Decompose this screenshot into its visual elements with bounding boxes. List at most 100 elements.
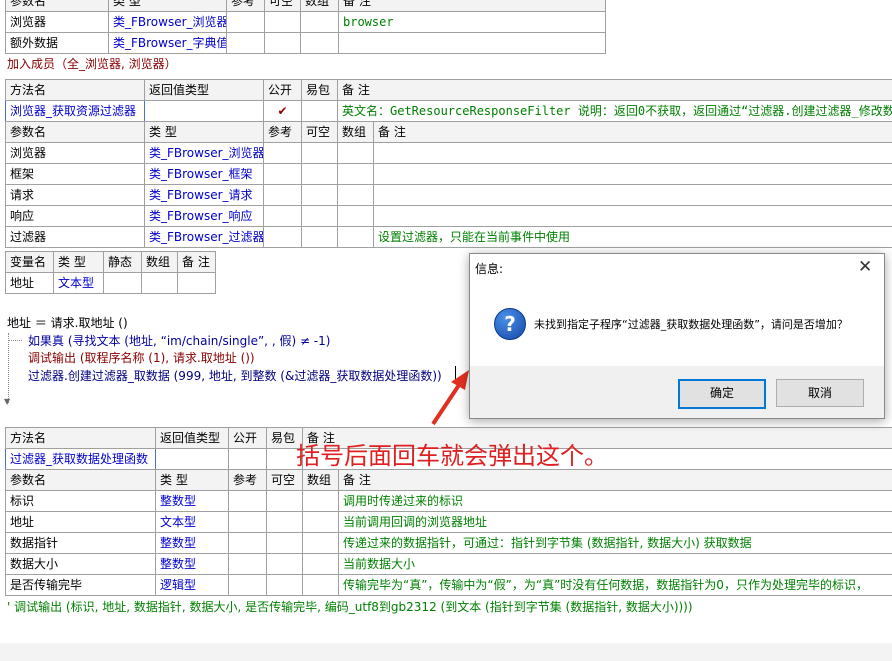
param-array[interactable] bbox=[302, 553, 339, 575]
param-nullable[interactable] bbox=[266, 553, 303, 575]
param-array[interactable] bbox=[337, 163, 374, 185]
var-array[interactable] bbox=[141, 272, 178, 294]
param-name[interactable]: 地址 bbox=[5, 511, 156, 533]
table-row[interactable]: 框架 类_FBrowser_框架 bbox=[5, 163, 892, 185]
public[interactable] bbox=[228, 448, 267, 470]
param-name[interactable]: 数据大小 bbox=[5, 553, 156, 575]
param-name[interactable]: 响应 bbox=[5, 205, 145, 227]
param-remark[interactable]: 设置过滤器，只能在当前事件中使用 bbox=[373, 226, 892, 248]
dialog-title-bar[interactable]: 信息: ✕ bbox=[470, 254, 884, 282]
param-ref[interactable] bbox=[263, 226, 302, 248]
param-ref[interactable] bbox=[263, 163, 302, 185]
cell-ref[interactable] bbox=[226, 32, 265, 54]
param-remark[interactable]: 传输完毕为“真”，传输中为“假”，为“真”时没有任何数据，数据指针为0，只作为处… bbox=[338, 574, 892, 596]
var-static[interactable] bbox=[103, 272, 142, 294]
cell-ref[interactable] bbox=[226, 11, 265, 33]
param-name[interactable]: 是否传输完毕 bbox=[5, 574, 156, 596]
param-array[interactable] bbox=[337, 142, 374, 164]
param-nullable[interactable] bbox=[266, 532, 303, 554]
param-remark[interactable] bbox=[373, 205, 892, 227]
param-ref[interactable] bbox=[228, 532, 267, 554]
param-remark[interactable]: 传递过来的数据指针，可通过：指针到字节集 (数据指针, 数据大小) 获取数据 bbox=[338, 532, 892, 554]
cell-type[interactable]: 类_FBrowser_字典值 bbox=[108, 32, 227, 54]
param-nullable[interactable] bbox=[301, 184, 338, 206]
table-row[interactable]: 响应 类_FBrowser_响应 bbox=[5, 205, 892, 227]
param-type[interactable]: 类_FBrowser_浏览器 bbox=[144, 142, 264, 164]
param-array[interactable] bbox=[337, 184, 374, 206]
param-ref[interactable] bbox=[228, 490, 267, 512]
param-type[interactable]: 整数型 bbox=[155, 553, 229, 575]
param-ref[interactable] bbox=[263, 142, 302, 164]
param-nullable[interactable] bbox=[301, 142, 338, 164]
param-ref[interactable] bbox=[228, 574, 267, 596]
param-ref[interactable] bbox=[228, 511, 267, 533]
table-row[interactable]: 地址 文本型 当前调用回调的浏览器地址 bbox=[5, 511, 892, 533]
param-nullable[interactable] bbox=[266, 511, 303, 533]
param-remark[interactable]: 当前数据大小 bbox=[338, 553, 892, 575]
param-remark[interactable]: 当前调用回调的浏览器地址 bbox=[338, 511, 892, 533]
table-row[interactable]: 浏览器 类_FBrowser_浏览器 browser bbox=[5, 11, 606, 33]
table-row[interactable]: 是否传输完毕 逻辑型 传输完毕为“真”，传输中为“假”，为“真”时没有任何数据，… bbox=[5, 574, 892, 596]
param-type[interactable]: 类_FBrowser_请求 bbox=[144, 184, 264, 206]
var-type[interactable]: 文本型 bbox=[53, 272, 104, 294]
cell-array[interactable] bbox=[300, 11, 339, 33]
var-name[interactable]: 地址 bbox=[5, 272, 54, 294]
param-array[interactable] bbox=[302, 574, 339, 596]
code-line-create-filter[interactable]: 过滤器.创建过滤器_取数据 (999, 地址, 到整数 (&过滤器_获取数据处理… bbox=[28, 367, 442, 384]
close-icon[interactable]: ✕ bbox=[858, 257, 872, 277]
param-remark[interactable]: 调用时传递过来的标识 bbox=[338, 490, 892, 512]
param-nullable[interactable] bbox=[266, 574, 303, 596]
var-remark[interactable] bbox=[177, 272, 216, 294]
param-array[interactable] bbox=[302, 532, 339, 554]
param-name[interactable]: 请求 bbox=[5, 184, 145, 206]
code-line-debug[interactable]: 调试输出 (取程序名称 (1), 请求.取地址 ()) bbox=[28, 349, 255, 366]
param-type[interactable]: 整数型 bbox=[155, 532, 229, 554]
param-type[interactable]: 整数型 bbox=[155, 490, 229, 512]
table-row[interactable]: 地址 文本型 bbox=[5, 272, 216, 294]
method-name[interactable]: 浏览器_获取资源过滤器 bbox=[5, 100, 145, 122]
param-nullable[interactable] bbox=[301, 163, 338, 185]
code-line-comment[interactable]: ' 调试输出 (标识, 地址, 数据指针, 数据大小, 是否传输完毕, 编码_u… bbox=[7, 598, 693, 615]
cell-remark[interactable]: browser bbox=[338, 11, 606, 33]
param-array[interactable] bbox=[302, 490, 339, 512]
param-array[interactable] bbox=[337, 226, 374, 248]
table-row[interactable]: 数据大小 整数型 当前数据大小 bbox=[5, 553, 892, 575]
param-type[interactable]: 类_FBrowser_框架 bbox=[144, 163, 264, 185]
cell-nullable[interactable] bbox=[264, 32, 301, 54]
param-name[interactable]: 数据指针 bbox=[5, 532, 156, 554]
param-name[interactable]: 过滤器 bbox=[5, 226, 145, 248]
param-ref[interactable] bbox=[228, 553, 267, 575]
method-name[interactable]: 过滤器_获取数据处理函数 bbox=[5, 448, 156, 470]
return-type[interactable] bbox=[155, 448, 229, 470]
ok-button[interactable]: 确定 bbox=[678, 379, 766, 409]
return-type[interactable] bbox=[144, 100, 264, 122]
table-row[interactable]: 额外数据 类_FBrowser_字典值 bbox=[5, 32, 606, 54]
param-nullable[interactable] bbox=[301, 205, 338, 227]
table-row[interactable]: 数据指针 整数型 传递过来的数据指针，可通过：指针到字节集 (数据指针, 数据大… bbox=[5, 532, 892, 554]
param-remark[interactable] bbox=[373, 163, 892, 185]
param-array[interactable] bbox=[302, 511, 339, 533]
method-row[interactable]: 浏览器_获取资源过滤器 ✔ 英文名：GetResourceResponseFil… bbox=[5, 100, 892, 122]
param-name[interactable]: 框架 bbox=[5, 163, 145, 185]
param-array[interactable] bbox=[337, 205, 374, 227]
cell-nullable[interactable] bbox=[264, 11, 301, 33]
param-remark[interactable] bbox=[373, 184, 892, 206]
param-nullable[interactable] bbox=[301, 226, 338, 248]
add-member-line[interactable]: 加入成员（全_浏览器, 浏览器） bbox=[7, 55, 177, 72]
code-line-if[interactable]: 如果真 (寻找文本 (地址, “im/chain/single”, , 假) ≠… bbox=[28, 332, 330, 349]
cell-remark[interactable] bbox=[338, 32, 606, 54]
table-row[interactable]: 请求 类_FBrowser_请求 bbox=[5, 184, 892, 206]
easy-pack[interactable] bbox=[301, 100, 338, 122]
cell-type[interactable]: 类_FBrowser_浏览器 bbox=[108, 11, 227, 33]
param-name[interactable]: 标识 bbox=[5, 490, 156, 512]
param-type[interactable]: 类_FBrowser_过滤器 bbox=[144, 226, 264, 248]
cell-name[interactable]: 额外数据 bbox=[5, 32, 109, 54]
table-row[interactable]: 过滤器 类_FBrowser_过滤器 设置过滤器，只能在当前事件中使用 bbox=[5, 226, 892, 248]
table-row[interactable]: 标识 整数型 调用时传递过来的标识 bbox=[5, 490, 892, 512]
cancel-button[interactable]: 取消 bbox=[776, 379, 864, 407]
method-remark[interactable]: 英文名：GetResourceResponseFilter 说明：返回0不获取，… bbox=[337, 100, 892, 122]
cell-name[interactable]: 浏览器 bbox=[5, 11, 109, 33]
param-nullable[interactable] bbox=[266, 490, 303, 512]
param-type[interactable]: 类_FBrowser_响应 bbox=[144, 205, 264, 227]
param-ref[interactable] bbox=[263, 205, 302, 227]
